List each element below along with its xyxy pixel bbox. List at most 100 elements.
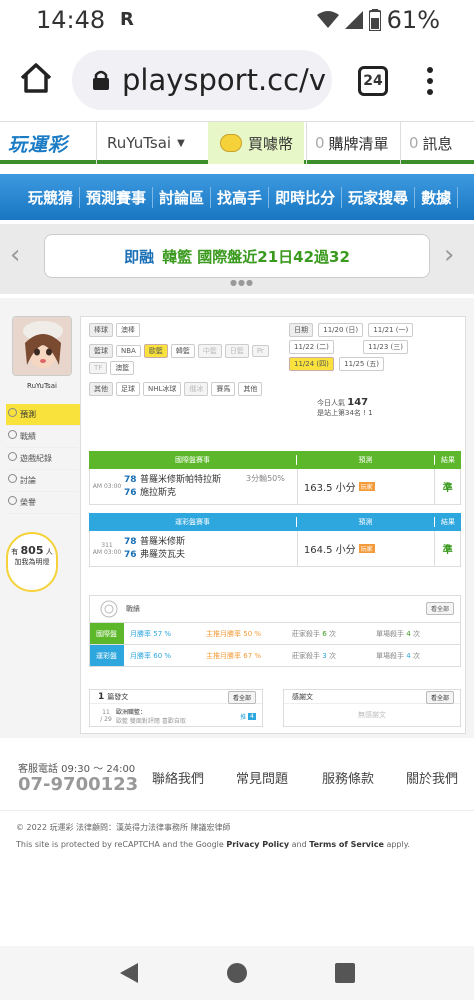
post-num: 11	[102, 709, 110, 716]
popularity-label: 今日人氣	[317, 399, 345, 407]
recaptcha-text: This site is protected by reCAPTCHA and …	[16, 840, 227, 849]
terms-of-service-link[interactable]: Terms of Service	[309, 840, 384, 849]
thanks-view-all-button[interactable]: 看全部	[425, 691, 454, 704]
home-icon[interactable]	[18, 60, 54, 96]
divider	[0, 810, 474, 811]
banner-text[interactable]: 即融 韓籃 國際盤近21日42過32	[44, 234, 430, 278]
chevron-left-icon[interactable]: ‹	[10, 240, 20, 270]
privacy-policy-link[interactable]: Privacy Policy	[226, 840, 289, 849]
nav-item-live[interactable]: 即時比分	[269, 186, 343, 208]
nav-item-games[interactable]: 玩競猜	[0, 186, 81, 208]
chevron-right-icon[interactable]: ›	[444, 240, 454, 270]
recents-icon[interactable]	[334, 962, 356, 984]
filter-tag[interactable]: NHL冰球	[143, 382, 182, 396]
stat-label: 月勝率	[130, 629, 151, 638]
back-icon[interactable]	[118, 962, 140, 984]
col-header: 國際盤賽事	[89, 455, 297, 465]
nav-item-forum[interactable]: 討論區	[153, 186, 212, 208]
site-header: 玩運彩 RuYuTsai ▼ 買噱幣 0 購牌清單 0 訊息	[0, 122, 474, 164]
stat-label: 莊家殺手	[292, 629, 320, 638]
lottery-table: 運彩盤賽事 預測 結果 311 AM 03:00 78 76 普羅米修斯 弗羅茨瓦夫 …	[89, 513, 461, 567]
date-item[interactable]: 11/22 (二)	[289, 340, 334, 354]
posts-count: 1	[98, 691, 105, 702]
filter-tag[interactable]: 俄冰	[184, 382, 209, 396]
recaptcha-notice: This site is protected by reCAPTCHA and …	[16, 840, 410, 849]
url-bar[interactable]: playsport.cc/v	[72, 50, 332, 110]
stat-label: 主推月勝率	[206, 629, 241, 638]
table-row[interactable]: AM 03:00 78 76 普羅米修斯帕特拉斯 施拉斯克 3分輸50% 163.5…	[89, 469, 461, 505]
home-nav-icon[interactable]	[226, 962, 248, 984]
date-item[interactable]: 11/23 (三)	[363, 340, 408, 354]
sidebar-item-history[interactable]: 遊戲紀錄	[6, 448, 78, 470]
filter-tag[interactable]: 澳棒	[116, 323, 140, 337]
cart-button[interactable]: 0 購牌清單	[306, 122, 400, 164]
filter-tag[interactable]: 賽馬	[211, 382, 236, 396]
sidebar-item-honor[interactable]: 榮譽	[6, 492, 78, 514]
stat-label: 單場殺手	[376, 629, 404, 638]
coin-icon	[220, 134, 242, 152]
filter-label-baseball: 棒球	[89, 323, 113, 337]
filter-tag[interactable]: 澳籃	[110, 361, 135, 375]
date-item-active[interactable]: 11/24 (四)	[289, 357, 334, 371]
nav-item-predict[interactable]: 預測賽事	[80, 186, 154, 208]
sidebar-label: 榮譽	[20, 498, 36, 507]
stat-value: 4	[406, 651, 411, 660]
user-name: RuYuTsai	[107, 134, 172, 152]
circle-icon	[8, 452, 17, 461]
follower-badge[interactable]: 有 805 人 加我為明燈	[6, 532, 58, 592]
buy-coin-button[interactable]: 買噱幣	[208, 122, 304, 164]
list-item[interactable]: 11/ 29 歐洲職籃： 歐籃 雙面對評閱 喜歡自取 推 4	[90, 704, 262, 728]
menu-icon[interactable]	[424, 64, 436, 100]
nav-item-search[interactable]: 玩家搜尋	[342, 186, 416, 208]
filter-tag-active[interactable]: 歐籃	[143, 344, 168, 358]
thanks-panel: 感謝文 看全部 無感謝文	[283, 689, 461, 727]
avatar-image	[13, 317, 71, 375]
nav-item-experts[interactable]: 找高手	[211, 186, 270, 208]
phone-number[interactable]: 07-9700123	[18, 774, 138, 795]
filter-tag[interactable]: 其他	[238, 382, 263, 396]
filter-tag[interactable]: 日籃	[224, 344, 249, 358]
date-item[interactable]: 11/25 (五)	[339, 357, 384, 371]
popularity-value: 147	[347, 397, 369, 408]
nav-item-data[interactable]: 數據	[415, 186, 459, 208]
footer-link-faq[interactable]: 常見問題	[236, 768, 288, 787]
pencil-icon	[8, 474, 17, 483]
thanks-empty: 無感謝文	[358, 711, 386, 719]
footer-link-contact[interactable]: 聯絡我們	[152, 768, 204, 787]
signal-icon	[344, 11, 363, 29]
posts-view-all-button[interactable]: 看全部	[227, 691, 256, 704]
filter-tag[interactable]: 中籃	[197, 344, 222, 358]
filter-tag[interactable]: 足球	[116, 382, 140, 396]
banner-lead: 即融	[124, 247, 155, 266]
footer-link-about[interactable]: 關於我們	[406, 768, 458, 787]
follower-text: 加我為明燈	[14, 558, 50, 566]
filter-tag[interactable]: 韓籃	[170, 344, 195, 358]
table-row[interactable]: 311 AM 03:00 78 76 普羅米修斯 弗羅茨瓦夫 164.5 小分 玩家 準	[89, 531, 461, 567]
avatar[interactable]	[12, 316, 72, 376]
record-row-intl: 國際盤 月勝率 57 % 主推月勝率 50 % 莊家殺手 6 次 單場殺手 4 …	[90, 622, 460, 644]
tab-switcher-button[interactable]: 24	[358, 66, 388, 96]
filter-tag[interactable]: TF	[89, 362, 108, 374]
wifi-icon	[316, 11, 339, 28]
sidebar-item-record[interactable]: 戰績	[6, 426, 78, 448]
filter-tag[interactable]: NBA	[116, 345, 141, 357]
sidebar-item-predict[interactable]: 預測	[6, 404, 84, 426]
messages-button[interactable]: 0 訊息	[400, 122, 474, 164]
date-item[interactable]: 11/20 (日)	[318, 323, 364, 337]
stat-unit: 次	[412, 651, 420, 660]
filter-tag[interactable]: Pr	[251, 345, 269, 357]
table-header: 國際盤賽事 預測 結果	[89, 451, 461, 469]
sidebar-item-discuss[interactable]: 討論	[6, 470, 78, 492]
footer-link-terms[interactable]: 服務條款	[322, 768, 374, 787]
stat-unit: %	[254, 651, 262, 660]
system-nav-bar	[0, 946, 474, 1000]
user-menu[interactable]: RuYuTsai ▼	[96, 122, 208, 164]
record-view-all-button[interactable]: 看全部	[425, 602, 454, 615]
record-row-lottery: 運彩盤 月勝率 60 % 主推月勝率 67 % 莊家殺手 3 次 單場殺手 4 …	[90, 644, 460, 666]
game-time: AM 03:00	[92, 483, 122, 490]
site-logo[interactable]: 玩運彩	[8, 130, 68, 157]
stat-value: 67	[243, 651, 253, 660]
recaptcha-text: and	[289, 840, 310, 849]
date-item[interactable]: 11/21 (一)	[368, 323, 414, 337]
col-header: 結果	[441, 456, 455, 464]
